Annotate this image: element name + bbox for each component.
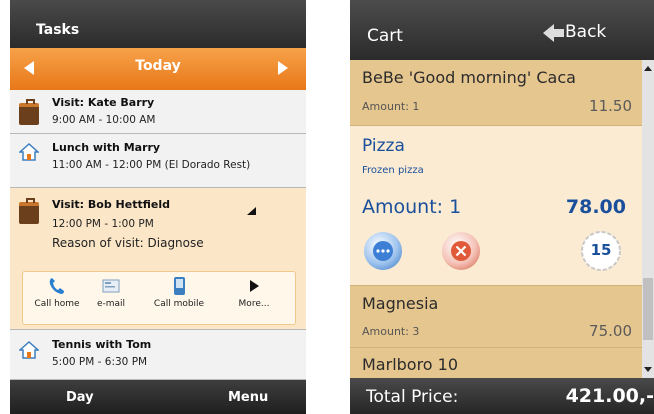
item-name: Marlboro 10 [362, 355, 459, 374]
scroll-thumb[interactable] [643, 278, 653, 340]
tasks-bottom-bar: Day Menu [10, 380, 306, 414]
tasks-screen: Tasks Today Visit: Kate Barry 9:00 AM - … [10, 0, 306, 414]
back-button[interactable]: Back [565, 22, 606, 42]
task-time: 12:00 PM - 1:00 PM [52, 218, 154, 230]
badge-value: 15 [590, 241, 612, 259]
action-label: Call mobile [153, 299, 205, 309]
scroll-up-icon[interactable] [644, 66, 652, 71]
item-amount: Amount: 1 [362, 196, 462, 218]
next-day-arrow-icon[interactable] [278, 61, 288, 75]
task-reason: Reason of visit: Diagnose [52, 236, 204, 250]
item-price: 75.00 [589, 322, 632, 340]
email-action[interactable]: e-mail [89, 276, 133, 309]
task-actions: Call home e-mail Call mobile More... [22, 271, 296, 325]
cart-item[interactable]: Marlboro 10 [350, 348, 642, 378]
total-label: Total Price: [366, 387, 459, 407]
item-price: 11.50 [589, 97, 632, 115]
item-subtitle: Frozen pizza [362, 165, 424, 176]
item-amount: Amount: 3 [362, 325, 420, 338]
day-selector: Today [10, 48, 306, 90]
mobile-icon [174, 277, 185, 295]
task-item[interactable]: Lunch with Marry 11:00 AM - 12:00 PM (El… [10, 134, 306, 188]
remove-item-button[interactable] [442, 232, 480, 270]
total-value: 421.00,- [565, 385, 654, 407]
task-item-expanded[interactable]: Visit: Bob Hettfield 12:00 PM - 1:00 PM … [10, 188, 306, 330]
house-icon [19, 341, 39, 359]
call-mobile-action[interactable]: Call mobile [147, 276, 211, 309]
day-label: Today [135, 58, 181, 74]
task-title: Tennis with Tom [52, 338, 152, 351]
back-arrow-icon[interactable] [543, 24, 564, 42]
cart-title: Cart [367, 26, 403, 46]
item-name: BeBe 'Good morning' Caca [362, 68, 576, 87]
total-bar: Total Price: 421.00,- [350, 378, 654, 414]
action-label: Call home [34, 299, 80, 309]
house-icon [19, 143, 39, 161]
item-name: Pizza [362, 136, 405, 156]
task-title: Visit: Kate Barry [52, 96, 155, 109]
close-icon [451, 241, 471, 261]
cart-header: Cart Back [350, 0, 654, 60]
briefcase-icon [19, 198, 39, 224]
phone-icon [49, 278, 64, 294]
task-time: 5:00 PM - 6:30 PM [52, 356, 148, 368]
action-label: More... [238, 299, 270, 309]
cart-item[interactable]: Magnesia Amount: 3 75.00 [350, 286, 642, 348]
item-amount: Amount: 1 [362, 100, 420, 113]
email-icon [102, 279, 120, 293]
task-title: Visit: Bob Hettfield [52, 198, 170, 211]
more-options-button[interactable] [364, 232, 402, 270]
tasks-title: Tasks [10, 0, 306, 48]
call-home-action[interactable]: Call home [29, 276, 85, 309]
task-time: 9:00 AM - 10:00 AM [52, 114, 156, 126]
action-label: e-mail [96, 299, 126, 309]
item-name: Magnesia [362, 294, 439, 313]
item-price: 78.00 [565, 196, 626, 218]
quantity-badge[interactable]: 15 [580, 230, 622, 272]
cart-screen: Cart Back BeBe 'Good morning' Caca Amoun… [350, 0, 654, 414]
day-softkey[interactable]: Day [66, 390, 94, 405]
cart-item-selected[interactable]: Pizza Frozen pizza Amount: 1 78.00 15 [350, 126, 642, 286]
cart-item[interactable]: BeBe 'Good morning' Caca Amount: 1 11.50 [350, 60, 642, 126]
briefcase-icon [19, 99, 39, 125]
task-time: 11:00 AM - 12:00 PM (El Dorado Rest) [52, 159, 251, 171]
scrollbar[interactable] [642, 60, 654, 378]
task-item[interactable]: Visit: Kate Barry 9:00 AM - 10:00 AM [10, 90, 306, 134]
menu-softkey[interactable]: Menu [228, 390, 268, 405]
task-title: Lunch with Marry [52, 141, 161, 154]
expand-indicator-icon [247, 207, 256, 215]
ellipsis-icon [373, 241, 393, 261]
scroll-down-icon[interactable] [644, 367, 652, 372]
task-item[interactable]: Tennis with Tom 5:00 PM - 6:30 PM [10, 330, 306, 380]
play-icon [250, 280, 259, 292]
more-action[interactable]: More... [229, 276, 279, 309]
